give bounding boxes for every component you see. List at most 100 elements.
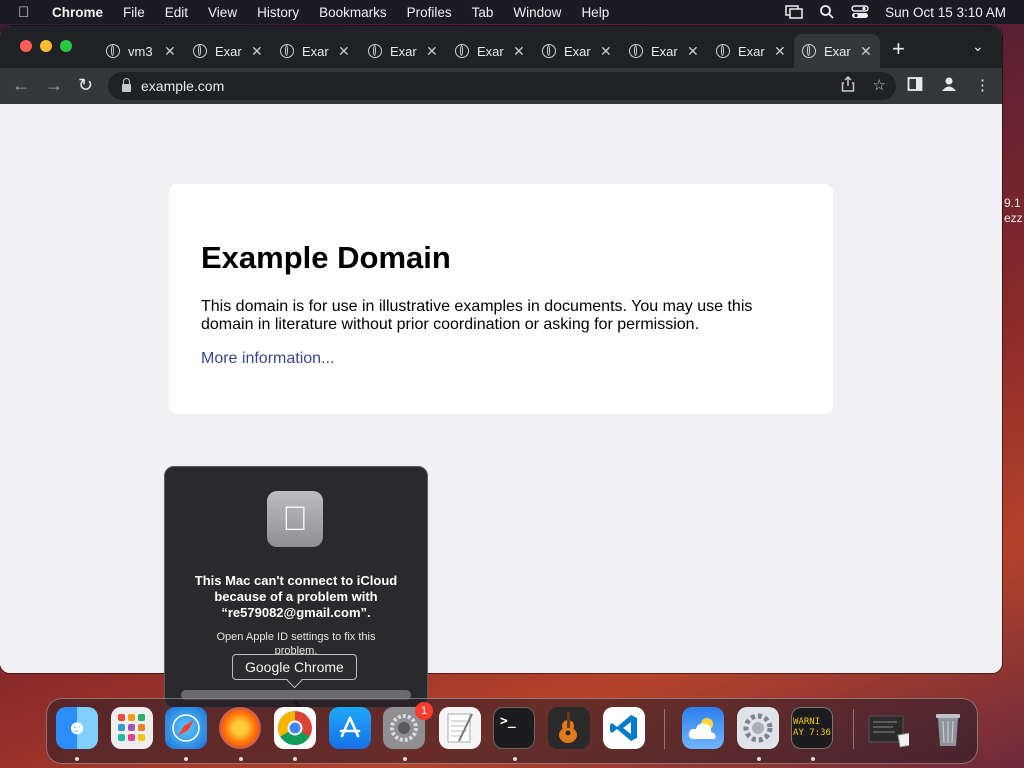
launchpad-icon[interactable]: [111, 707, 153, 749]
close-tab-icon[interactable]: ✕: [600, 43, 612, 60]
control-center-icon[interactable]: [851, 5, 869, 19]
running-indicator: [811, 757, 815, 761]
menu-app-name[interactable]: Chrome: [52, 5, 103, 20]
more-information-link[interactable]: More information...: [201, 350, 334, 368]
settings-app-icon[interactable]: [737, 707, 779, 749]
dock-tooltip: Google Chrome: [232, 654, 357, 680]
close-tab-icon[interactable]: ✕: [513, 43, 525, 60]
side-panel-icon[interactable]: [907, 76, 923, 92]
address-bar[interactable]: example.com ☆: [108, 72, 896, 100]
close-tab-icon[interactable]: ✕: [426, 43, 438, 60]
trash-icon[interactable]: [927, 707, 969, 749]
tab-1[interactable]: vm3 ✕: [98, 34, 184, 68]
spotlight-search-icon[interactable]: [819, 4, 835, 20]
tab-title: Exar: [390, 43, 417, 59]
close-tab-icon[interactable]: ✕: [251, 43, 263, 60]
tab-5[interactable]: Exar ✕: [447, 34, 533, 68]
firefox-icon[interactable]: [219, 707, 261, 749]
close-tab-icon[interactable]: ✕: [338, 43, 350, 60]
running-indicator: [403, 757, 407, 761]
apple-menu-icon[interactable]: : [18, 4, 34, 21]
alert-title: This Mac can't connect to iCloud because…: [194, 573, 398, 620]
status-area: Sun Oct 15 3:10 AM: [785, 0, 1006, 24]
vscode-icon[interactable]: [603, 707, 645, 749]
chrome-icon[interactable]: [274, 707, 316, 749]
weather-icon[interactable]: [682, 707, 724, 749]
menu-history[interactable]: History: [257, 5, 299, 20]
running-indicator: [513, 757, 517, 761]
downloads-stack-icon[interactable]: [867, 707, 909, 749]
reload-icon[interactable]: ↻: [78, 75, 93, 96]
new-tab-icon[interactable]: +: [892, 36, 905, 62]
globe-icon: [106, 44, 120, 58]
menu-profiles[interactable]: Profiles: [407, 5, 452, 20]
lock-icon[interactable]: [122, 78, 131, 92]
tab-title: vm3: [128, 43, 153, 59]
browser-window: vm3 ✕ Exar ✕ Exar ✕ Exar ✕ Exar ✕ Exar ✕ Exar ✕…: [0, 26, 1002, 673]
notification-badge: 1: [415, 702, 433, 720]
menu-help[interactable]: Help: [581, 5, 609, 20]
menu-window[interactable]: Window: [513, 5, 561, 20]
tab-6[interactable]: Exar ✕: [534, 34, 620, 68]
garageband-icon[interactable]: [548, 707, 590, 749]
tab-9-active[interactable]: Exar ✕: [794, 34, 880, 68]
menubar-clock[interactable]: Sun Oct 15 3:10 AM: [885, 5, 1006, 20]
dock: ☻ 1 >_ WARNI AY 7:36: [46, 698, 978, 764]
close-window-button[interactable]: [20, 40, 32, 52]
profile-avatar-icon[interactable]: [941, 76, 957, 92]
close-tab-icon[interactable]: ✕: [860, 43, 872, 60]
close-tab-icon[interactable]: ✕: [774, 43, 786, 60]
toolbar-actions: ⋮: [907, 76, 990, 94]
menu-bookmarks[interactable]: Bookmarks: [319, 5, 387, 20]
tab-4[interactable]: Exar ✕: [360, 34, 446, 68]
running-indicator: [293, 757, 297, 761]
share-icon[interactable]: [841, 76, 855, 92]
tab-title: Exar: [564, 43, 591, 59]
page-description: This domain is for use in illustrative e…: [201, 298, 753, 333]
dock-separator: [853, 709, 854, 749]
tab-title: Exar: [824, 43, 851, 59]
running-indicator: [75, 757, 79, 761]
globe-icon: [455, 44, 469, 58]
menu-bar:  Chrome File Edit View History Bookmark…: [0, 0, 1024, 24]
menu-file[interactable]: File: [123, 5, 145, 20]
tab-strip: vm3 ✕ Exar ✕ Exar ✕ Exar ✕ Exar ✕ Exar ✕ Exar ✕…: [0, 26, 1002, 68]
close-tab-icon[interactable]: ✕: [687, 43, 699, 60]
terminal-icon[interactable]: >_: [493, 707, 535, 749]
peek-text-2: ezz: [1004, 211, 1023, 225]
tab-search-chevron-icon[interactable]: ⌄: [972, 38, 984, 55]
minimize-window-button[interactable]: [40, 40, 52, 52]
app-store-icon[interactable]: [329, 707, 371, 749]
apple-logo-icon: : [267, 491, 323, 547]
content-card: Example Domain This domain is for use in…: [169, 184, 833, 414]
dock-separator: [664, 709, 665, 749]
tab-title: Exar: [477, 43, 504, 59]
menu-tab[interactable]: Tab: [472, 5, 494, 20]
browser-toolbar: ← → ↻ example.com ☆ ⋮: [0, 68, 1002, 104]
textedit-icon[interactable]: [439, 707, 481, 749]
forward-arrow-icon[interactable]: →: [45, 75, 63, 96]
address-url[interactable]: example.com: [141, 78, 224, 94]
bookmark-star-icon[interactable]: ☆: [873, 76, 886, 94]
running-indicator: [184, 757, 188, 761]
console-icon[interactable]: WARNI AY 7:36: [791, 707, 833, 749]
tab-title: Exar: [302, 43, 329, 59]
window-controls: [20, 40, 72, 52]
globe-icon: [629, 44, 643, 58]
close-tab-icon[interactable]: ✕: [164, 43, 176, 60]
peek-text-1: 9.1: [1004, 196, 1021, 210]
safari-icon[interactable]: [165, 707, 207, 749]
chrome-menu-kebab-icon[interactable]: ⋮: [975, 76, 990, 94]
menu-edit[interactable]: Edit: [165, 5, 188, 20]
tab-2[interactable]: Exar ✕: [185, 34, 271, 68]
screen-mirroring-icon[interactable]: [785, 5, 803, 19]
tab-8[interactable]: Exar ✕: [708, 34, 794, 68]
finder-icon[interactable]: ☻: [56, 707, 98, 749]
globe-icon: [368, 44, 382, 58]
zoom-window-button[interactable]: [60, 40, 72, 52]
globe-icon: [542, 44, 556, 58]
menu-view[interactable]: View: [208, 5, 237, 20]
tab-7[interactable]: Exar ✕: [621, 34, 707, 68]
back-arrow-icon[interactable]: ←: [12, 75, 30, 96]
tab-3[interactable]: Exar ✕: [272, 34, 358, 68]
